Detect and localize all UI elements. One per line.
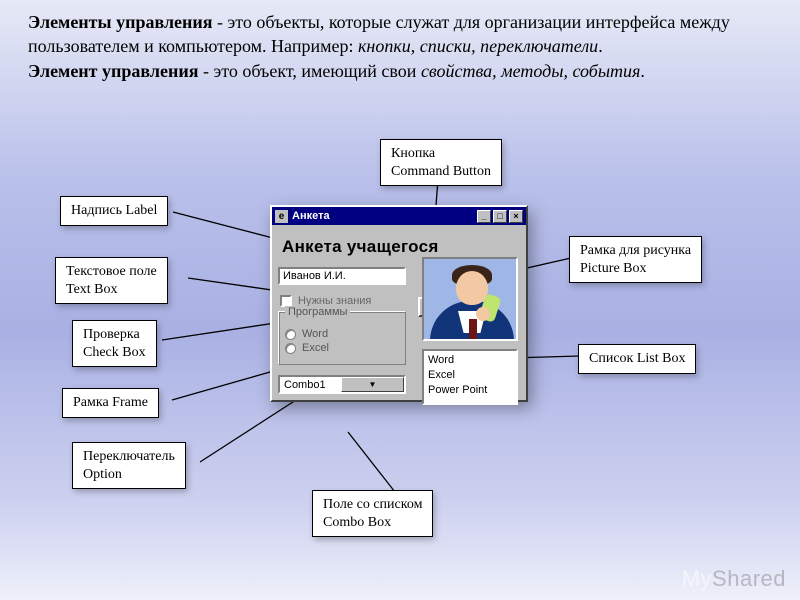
callout-check-line1: Проверка [83, 326, 146, 344]
callout-label-line1: Надпись Label [71, 202, 157, 220]
callout-button: Кнопка Command Button [380, 139, 502, 186]
callout-picture: Рамка для рисунка Picture Box [569, 236, 702, 283]
callout-option: Переключатель Option [72, 442, 186, 489]
list-box[interactable]: Word Excel Power Point [422, 349, 518, 405]
callout-frame: Рамка Frame [62, 388, 159, 418]
callout-combo-line1: Поле со списком [323, 496, 422, 514]
intro-span-2b: . [640, 61, 645, 81]
callout-textbox-line1: Текстовое поле [66, 263, 157, 281]
watermark-b: Shared [712, 566, 786, 591]
radio-word[interactable]: Word [285, 328, 399, 340]
client-area: Анкета учащегося Иванов И.И. Нужны знани… [272, 225, 526, 400]
titlebar[interactable]: e Анкета _ □ × [272, 207, 526, 225]
callout-textbox-line2: Text Box [66, 281, 157, 299]
callout-list-line1: Список List Box [589, 350, 685, 368]
watermark: MyShared [682, 566, 786, 592]
name-textbox[interactable]: Иванов И.И. [278, 267, 406, 285]
intro-italic-1: кнопки, списки, переключатели [358, 36, 598, 56]
radio-excel[interactable]: Excel [285, 342, 399, 354]
intro-italic-2: свойства, методы, события [421, 61, 640, 81]
callout-picture-line1: Рамка для рисунка [580, 242, 691, 260]
app-icon: e [275, 210, 288, 223]
frame-title: Программы [285, 306, 350, 318]
callout-check-line2: Check Box [83, 344, 146, 362]
radio-label-2: Excel [302, 342, 329, 354]
combo-value: Combo1 [280, 379, 341, 391]
callout-button-line1: Кнопка [391, 145, 491, 163]
combo-box[interactable]: Combo1 ▼ [278, 375, 406, 394]
callout-list: Список List Box [578, 344, 696, 374]
list-item[interactable]: Excel [428, 368, 512, 383]
picture-box [422, 257, 518, 341]
maximize-button[interactable]: □ [493, 210, 507, 223]
list-item[interactable]: Word [428, 353, 512, 368]
intro-bold-1: Элементы управления [28, 12, 213, 32]
intro-text: Элементы управления - это объекты, котор… [28, 10, 748, 83]
avatar-image [424, 259, 516, 339]
callout-picture-line2: Picture Box [580, 260, 691, 278]
callout-textbox: Текстовое поле Text Box [55, 257, 168, 304]
callout-combo-line2: Combo Box [323, 514, 422, 532]
minimize-button[interactable]: _ [477, 210, 491, 223]
programs-frame: Программы Word Excel [278, 311, 406, 365]
callout-label: Надпись Label [60, 196, 168, 226]
callout-check: Проверка Check Box [72, 320, 157, 367]
callout-button-line2: Command Button [391, 163, 491, 181]
chevron-down-icon[interactable]: ▼ [341, 377, 404, 392]
callout-combo: Поле со списком Combo Box [312, 490, 433, 537]
list-item[interactable]: Power Point [428, 383, 512, 398]
callout-option-line1: Переключатель [83, 448, 175, 466]
callout-option-line2: Option [83, 466, 175, 484]
radio-icon[interactable] [285, 343, 296, 354]
callout-frame-line1: Рамка Frame [73, 394, 148, 412]
close-button[interactable]: × [509, 210, 523, 223]
intro-span-2: - это объект, имеющий свои [198, 61, 420, 81]
radio-label-1: Word [302, 328, 328, 340]
watermark-a: My [682, 566, 712, 591]
radio-icon[interactable] [285, 329, 296, 340]
intro-span-1b: . [598, 36, 603, 56]
window-title: Анкета [292, 210, 330, 222]
app-window: e Анкета _ □ × Анкета учащегося Иванов И… [270, 205, 528, 402]
intro-bold-2: Элемент управления [28, 61, 198, 81]
